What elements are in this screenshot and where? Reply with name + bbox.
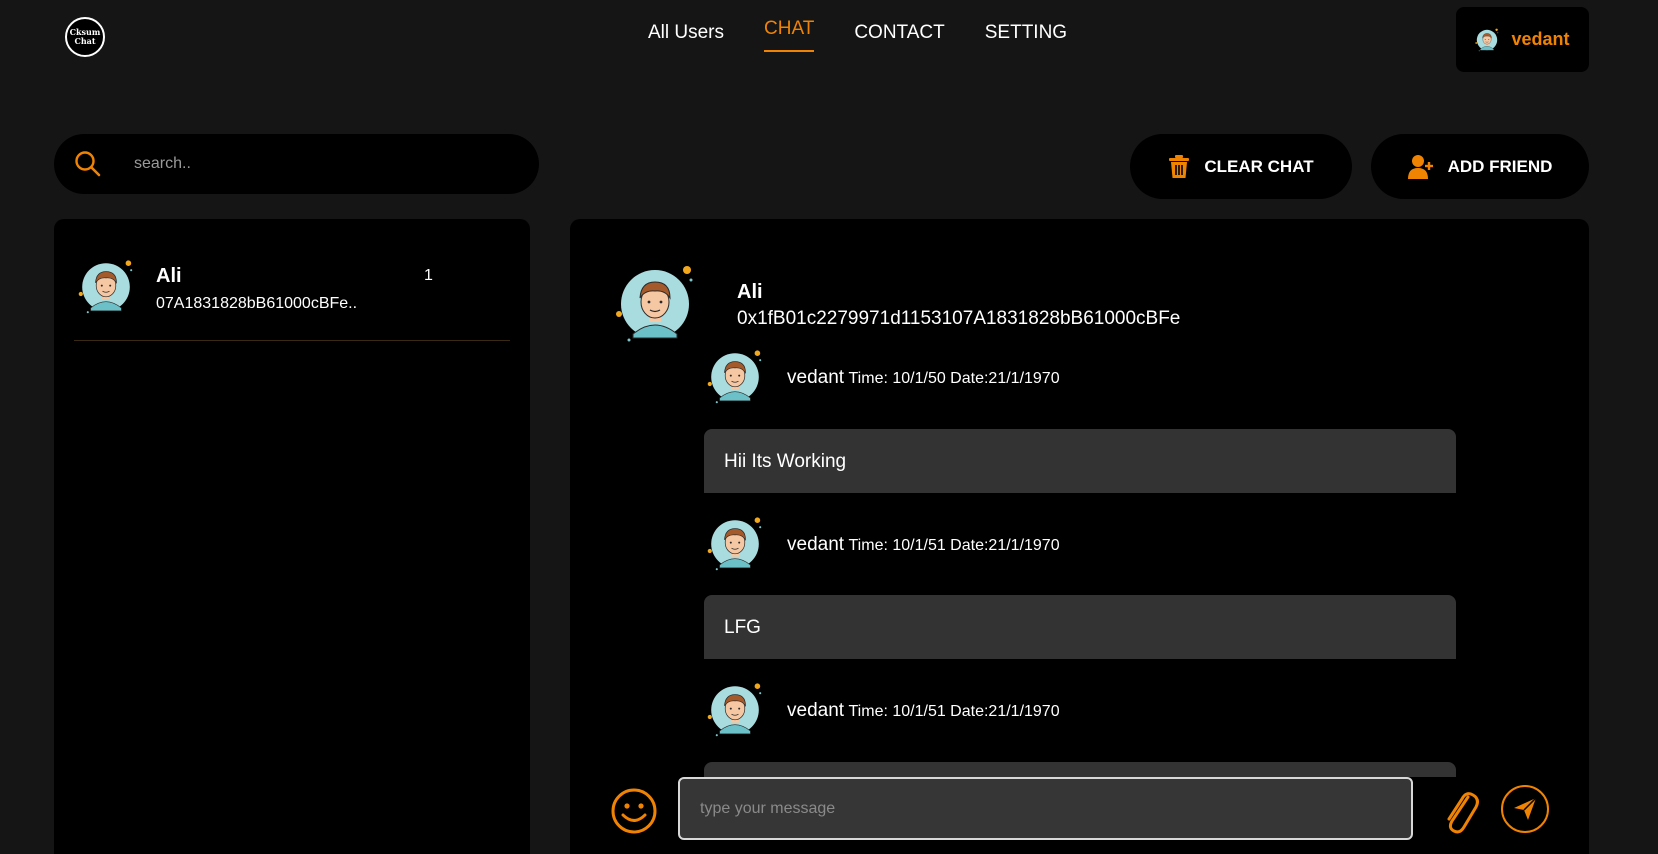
paperclip-icon[interactable] [1440,787,1480,835]
send-icon [1514,797,1537,820]
message-bubble: LFG [704,595,1456,659]
chat-app: Cksum Chat All Users CHAT CONTACT SETTIN… [0,0,1658,854]
avatar [78,259,134,315]
chat-contact-name: Ali [737,281,763,303]
nav-setting[interactable]: SETTING [985,22,1067,52]
friend-list-item[interactable]: Ali 07A1831828bB61000cBFe.. 1 [74,259,510,341]
chat-contact-address: 0x1fB01c2279971d1153107A1831828bB61000cB… [737,308,1181,329]
clear-chat-label: CLEAR CHAT [1204,156,1314,176]
friend-name: Ali [156,265,182,287]
message-sender: vedant [787,534,845,555]
nav-all-users[interactable]: All Users [648,22,724,52]
message-time: Time: 10/1/51 Date:21/1/1970 [848,703,1060,720]
nav-contact[interactable]: CONTACT [854,22,944,52]
friend-address: 07A1831828bB61000cBFe.. [156,295,358,312]
message-header: vedant Time: 10/1/50 Date:21/1/1970 [707,349,1207,413]
friend-list: Ali 07A1831828bB61000cBFe.. 1 [54,219,530,854]
user-profile-button[interactable]: vedant [1456,7,1589,72]
message-header: vedant Time: 10/1/51 Date:21/1/1970 [707,516,1207,580]
search-icon [75,151,101,177]
clear-chat-button[interactable]: CLEAR CHAT [1130,134,1352,199]
trash-icon [1169,154,1190,178]
emoji-icon[interactable] [610,787,658,835]
unread-count: 1 [424,267,433,284]
user-avatar-icon [1475,28,1499,52]
message-sender: vedant [787,700,845,721]
logo-text-line2: Chat [74,36,96,46]
search-bar [54,134,539,194]
message-header: vedant Time: 10/1/51 Date:21/1/1970 [707,682,1207,746]
avatar [707,516,763,572]
message-sender: vedant [787,367,845,388]
search-input[interactable] [134,155,514,173]
avatar [707,682,763,738]
avatar [707,349,763,405]
user-name: vedant [1511,29,1570,49]
add-friend-button[interactable]: ADD FRIEND [1371,134,1589,199]
message-bubble: Hii Its Working [704,429,1456,493]
message-time: Time: 10/1/51 Date:21/1/1970 [848,537,1060,554]
avatar [615,264,695,344]
top-nav: All Users CHAT CONTACT SETTING [648,18,1067,52]
add-user-icon [1407,154,1433,179]
message-input[interactable] [678,777,1413,840]
nav-chat[interactable]: CHAT [764,18,815,52]
add-friend-label: ADD FRIEND [1447,156,1553,176]
app-logo[interactable]: Cksum Chat [65,17,105,57]
send-button[interactable] [1501,785,1549,833]
message-time: Time: 10/1/50 Date:21/1/1970 [848,370,1060,387]
message-composer [570,777,1589,854]
chat-panel: Ali 0x1fB01c2279971d1153107A1831828bB610… [570,219,1589,854]
